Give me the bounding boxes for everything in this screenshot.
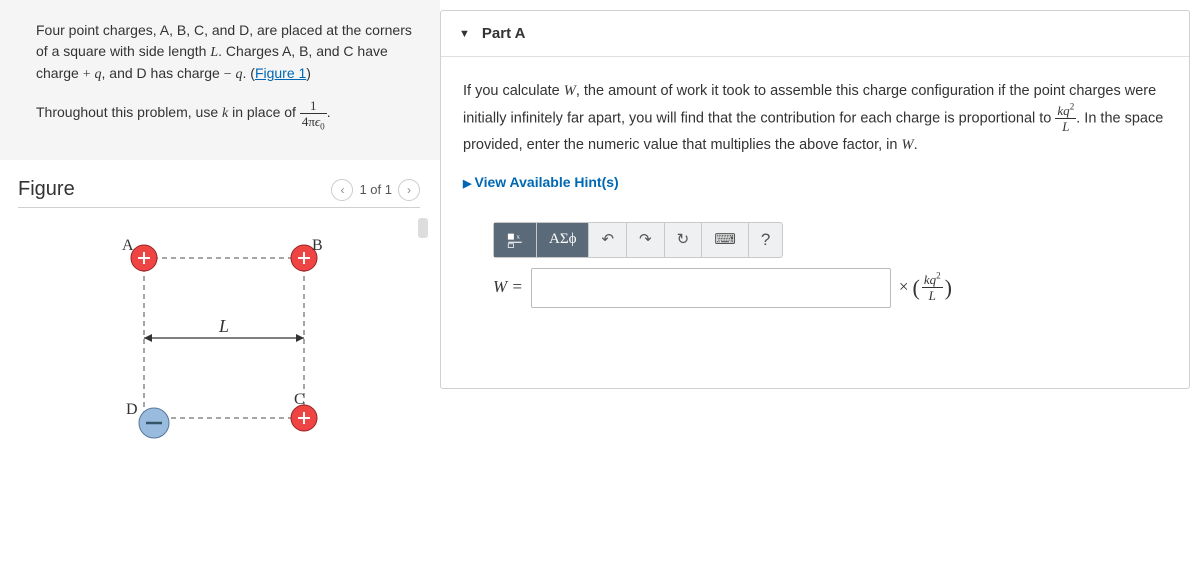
view-hints-link[interactable]: View Available Hint(s) [463,171,619,195]
collapse-caret-icon: ▼ [459,28,470,40]
pager-next-button[interactable]: › [398,179,420,201]
fraction-1-over-4pie0: 14πϵ0 [300,99,327,128]
var-W: W [564,83,576,99]
fraction-kq2-over-L: kq2L [1055,104,1076,133]
pager-label: 1 of 1 [359,182,392,197]
template-icon: x [506,231,524,249]
svg-text:x: x [517,233,521,240]
frac-num-text: kq [924,272,936,287]
fraction-den-text: 4π [302,114,315,129]
part-a-section: ▼ Part A If you calculate W, the amount … [440,10,1190,389]
var-W: W [901,137,913,153]
equals-sign: = [507,277,523,296]
answer-units: × ( kq2 L ) [899,269,952,306]
label-C: C [294,391,305,408]
q-text: If you calculate [463,83,564,99]
label-A: A [122,237,134,254]
paren-close: ) [945,269,952,306]
pager-prev-button[interactable]: ‹ [331,179,353,201]
keyboard-button[interactable]: ⌨ [702,223,749,257]
answer-input[interactable] [531,268,891,308]
reset-button[interactable]: ↻ [665,223,703,257]
greek-tool-button[interactable]: ΑΣϕ [537,223,589,257]
fraction-denominator: L [1055,119,1076,133]
fraction-numerator: kq2 [922,273,943,288]
fraction-numerator: 1 [300,99,327,114]
label-L: L [218,316,229,336]
answer-label: W = [493,273,523,302]
answer-toolbar: x ΑΣϕ ↶ ↷ ↻ ⌨ ? [493,222,783,258]
fraction-kq2-over-L: kq2 L [922,273,943,302]
label-B: B [312,237,323,254]
q-text: . [914,137,918,153]
part-title: Part A [482,25,526,42]
undo-button[interactable]: ↶ [589,223,627,257]
superscript-2: 2 [936,271,941,281]
frac-num-text: kq [1057,103,1069,118]
problem-text: in place of [228,104,300,120]
problem-text: . [327,104,331,120]
problem-text: Throughout this problem, use [36,104,222,120]
redo-button[interactable]: ↷ [627,223,665,257]
part-header[interactable]: ▼ Part A [441,11,1189,57]
figure-canvas: L A B C D [18,218,430,569]
label-D: D [126,401,138,418]
figure-pager: ‹ 1 of 1 › [331,179,420,201]
problem-text: . ( [242,65,254,81]
paren-open: ( [913,269,920,306]
help-button[interactable]: ? [749,223,782,257]
figure-svg: L A B C D [94,218,354,448]
scrollbar[interactable] [418,218,428,238]
problem-statement: Four point charges, A, B, C, and D, are … [0,0,440,160]
minus-sign: − [224,67,232,82]
problem-text: ) [306,65,311,81]
figure-title: Figure [18,178,75,201]
template-tool-button[interactable]: x [494,223,537,257]
times-sign: × [899,273,909,302]
var-W: W [493,277,507,296]
var-L: L [210,45,218,60]
var-q: q [95,67,102,82]
fraction-denominator: 4πϵ0 [300,114,327,128]
fraction-numerator: kq2 [1055,104,1076,119]
plus-sign: + [83,67,91,82]
figure-link[interactable]: Figure 1 [255,65,306,81]
problem-text: , and D has charge [102,65,224,81]
figure-panel: Figure ‹ 1 of 1 › L [0,160,440,569]
fraction-denominator: L [922,288,943,302]
subscript-zero: 0 [320,122,325,132]
question-text: If you calculate W, the amount of work i… [463,79,1167,157]
superscript-2: 2 [1070,101,1075,111]
